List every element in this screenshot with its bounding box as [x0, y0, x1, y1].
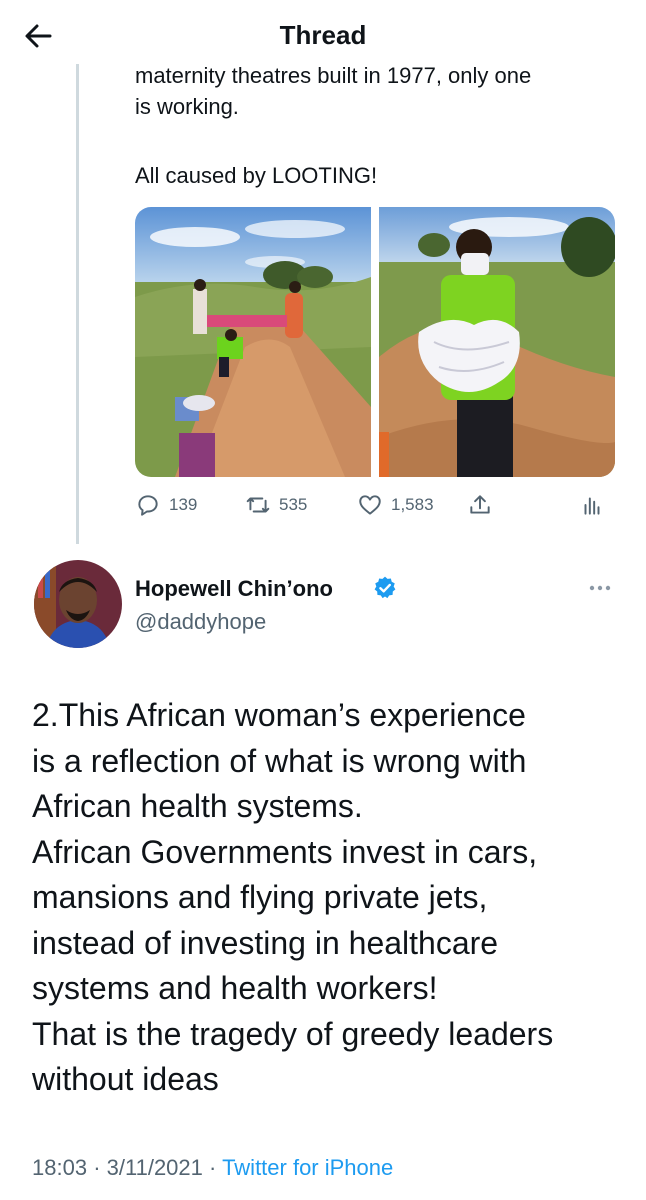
analytics-icon	[584, 497, 600, 515]
photo-road-scene[interactable]	[135, 207, 371, 477]
tweet-timestamp: 18:03 · 3/11/2021 · Twitter for iPhone	[32, 1155, 393, 1181]
tweet-line: systems and health workers!	[32, 970, 438, 1006]
tweet-line: African Governments invest in cars,	[32, 833, 538, 870]
avatar[interactable]	[34, 560, 122, 648]
tweet-media-grid[interactable]	[135, 207, 615, 477]
like-action[interactable]: 1,583	[357, 492, 434, 518]
more-options-icon[interactable]	[586, 580, 614, 596]
heart-icon	[359, 495, 381, 515]
like-count: 1,583	[391, 495, 434, 514]
tweet-body: 2.This African woman’s experience is a r…	[32, 693, 627, 1103]
tweet-line: without ideas	[32, 1061, 219, 1097]
tweet-date[interactable]: 3/11/2021	[107, 1155, 203, 1180]
reply-action[interactable]: 139	[135, 492, 197, 518]
photo-man-holding-cloth[interactable]	[379, 207, 615, 477]
share-action[interactable]	[467, 492, 493, 518]
reply-icon	[138, 495, 158, 516]
tweet-line: is a reflection of what is wrong with	[32, 742, 527, 779]
previous-tweet-line: maternity theatres built in 1977, only o…	[135, 63, 532, 88]
tweet-line: African health systems.	[32, 788, 363, 824]
tweet-line: That is the tragedy of greedy leaders	[32, 1015, 554, 1052]
verified-badge-icon	[374, 576, 396, 599]
tweet-line: 2.This African woman’s experience	[32, 697, 526, 733]
retweet-action[interactable]: 535	[245, 492, 307, 518]
previous-tweet-conclusion: All caused by LOOTING!	[135, 163, 378, 188]
author-handle[interactable]: @daddyhope	[135, 609, 266, 635]
thread-header: Thread	[0, 0, 646, 64]
reply-count: 139	[169, 495, 198, 514]
previous-tweet-line: is working.	[135, 94, 239, 119]
meta-separator: ·	[93, 1155, 101, 1180]
retweet-count: 535	[279, 495, 308, 514]
previous-tweet-text: maternity theatres built in 1977, only o…	[135, 60, 635, 122]
previous-tweet-actions: 139 535 1,583	[135, 492, 615, 522]
analytics-action[interactable]	[579, 492, 605, 518]
thread-connector-line	[76, 64, 79, 544]
share-icon	[470, 495, 490, 514]
tweet-source-link[interactable]: Twitter for iPhone	[222, 1155, 393, 1180]
tweet-line: instead of investing in healthcare	[32, 924, 499, 961]
author-name[interactable]: Hopewell Chin’ono	[135, 576, 333, 602]
meta-separator: ·	[209, 1155, 217, 1180]
tweet-time[interactable]: 18:03	[32, 1155, 87, 1180]
page-title: Thread	[279, 20, 367, 50]
tweet-line: mansions and flying private jets,	[32, 879, 488, 915]
retweet-icon	[246, 497, 270, 513]
